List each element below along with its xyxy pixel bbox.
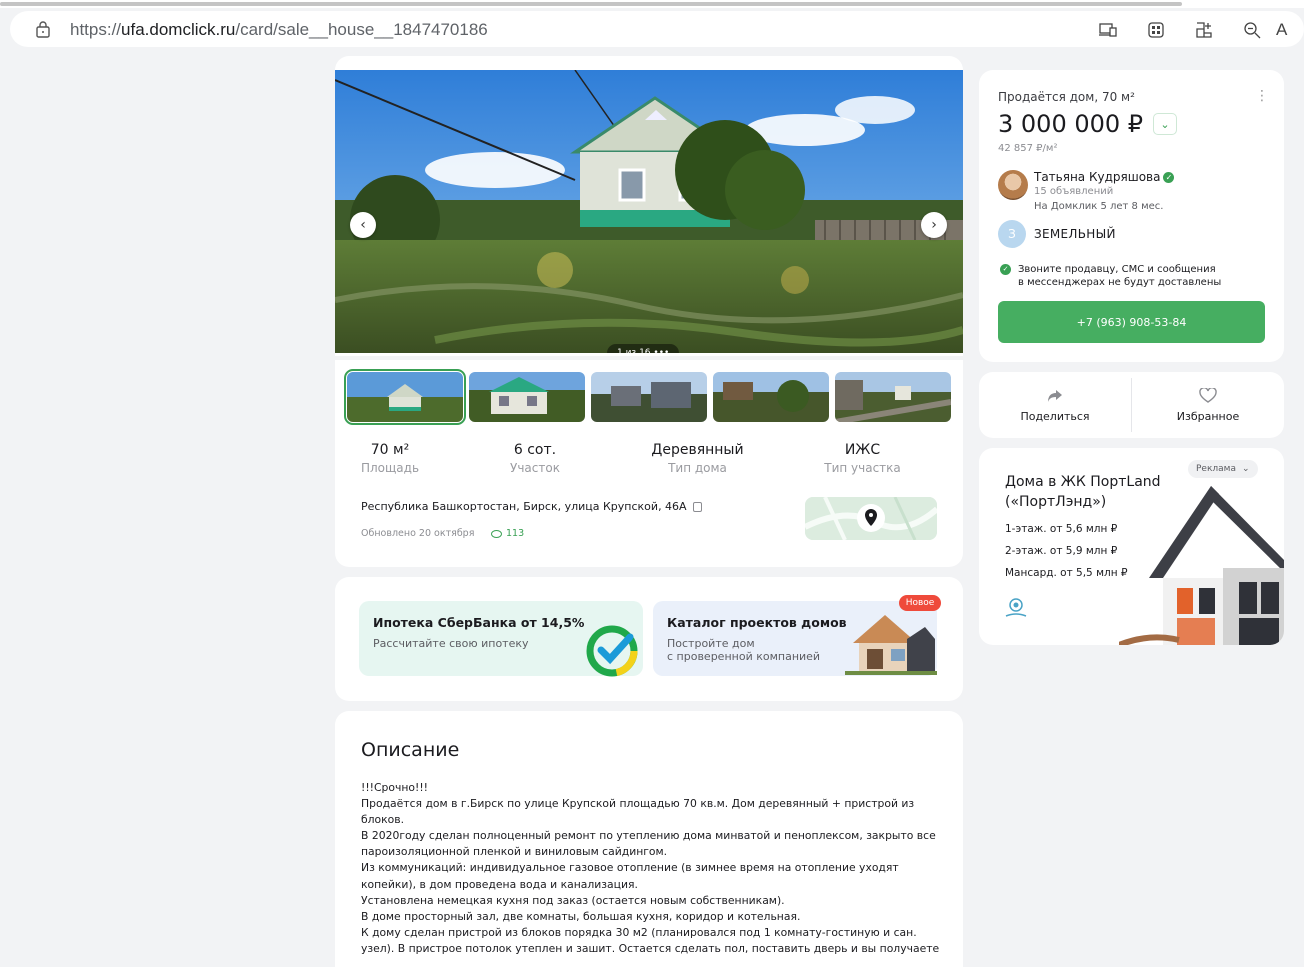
house-illustration-icon bbox=[845, 615, 937, 675]
stat-plot-type: ИЖС Тип участка bbox=[824, 442, 901, 475]
lock-icon[interactable] bbox=[34, 20, 52, 38]
url-text[interactable]: https://ufa.domclick.ru/card/sale__house… bbox=[70, 20, 488, 40]
sberbank-logo-icon bbox=[586, 625, 638, 677]
chevron-left-icon: ‹ bbox=[360, 217, 366, 233]
prev-photo-button[interactable]: ‹ bbox=[350, 212, 376, 238]
listing-info: 70 м² Площадь 6 сот. Участок Деревянный Тип… bbox=[335, 360, 963, 567]
ad-line-3: Мансард. от 5,5 млн ₽ bbox=[1005, 567, 1128, 579]
actions-card: Поделиться Избранное bbox=[979, 372, 1284, 438]
browser-scroll-track bbox=[0, 0, 1304, 8]
share-icon bbox=[1046, 388, 1064, 406]
ad-title[interactable]: Дома в ЖК ПортLand («ПортЛэнд») bbox=[1005, 472, 1161, 512]
catalog-sub-line-2: с проверенной компанией bbox=[667, 650, 821, 664]
price: 3 000 000 ₽ bbox=[998, 110, 1144, 138]
catalog-sub-line-1: Постройте дом bbox=[667, 637, 755, 650]
stat-house-type: Деревянный Тип дома bbox=[651, 442, 744, 475]
read-aloud-icon[interactable]: A bbox=[1276, 19, 1304, 41]
phone-button[interactable]: +7 (963) 908-53-84 bbox=[998, 301, 1265, 343]
add-app-icon[interactable] bbox=[1180, 19, 1228, 41]
description-section: Описание !!!Срочно!!! Продаётся дом в г.… bbox=[335, 711, 963, 967]
sale-card: Продаётся дом, 70 м² ⋮ 3 000 000 ₽ ⌄ 42 … bbox=[979, 70, 1284, 362]
favorite-button[interactable]: Избранное bbox=[1132, 372, 1284, 438]
shield-check-icon: ✓ bbox=[1000, 264, 1011, 275]
description-text: !!!Срочно!!! Продаётся дом в г.Бирск по … bbox=[361, 781, 940, 955]
price-per-m2: 42 857 ₽/м² bbox=[998, 143, 1058, 154]
house-catalog-promo[interactable]: Каталог проектов домов Постройте дом с пр… bbox=[653, 601, 937, 676]
share-button[interactable]: Поделиться bbox=[979, 372, 1131, 438]
mortgage-promo[interactable]: Ипотека СберБанка от 14,5% Рассчитайте с… bbox=[359, 601, 643, 677]
ad-banner[interactable]: Дома в ЖК ПортLand («ПортЛэнд») 1-этаж. о… bbox=[979, 448, 1284, 645]
ad-line-1: 1-этаж. от 5,6 млн ₽ bbox=[1005, 523, 1118, 535]
promo-block: Ипотека СберБанка от 14,5% Рассчитайте с… bbox=[335, 577, 963, 701]
chevron-right-icon: › bbox=[931, 217, 937, 233]
zoom-out-icon[interactable] bbox=[1228, 19, 1276, 41]
stat-plot: 6 сот. Участок bbox=[510, 442, 560, 475]
horizontal-scrollbar[interactable] bbox=[0, 2, 1182, 6]
thumbnail[interactable] bbox=[469, 372, 585, 422]
ad-line-2: 2-этаж. от 5,9 млн ₽ bbox=[1005, 545, 1118, 557]
thumbnail[interactable] bbox=[591, 372, 707, 422]
main-photo[interactable]: ‹ › 1 из 16 ••• bbox=[335, 70, 963, 353]
ad-label[interactable]: Реклама ⌄ bbox=[1188, 460, 1258, 478]
seller-since: На Домклик 5 лет 8 мес. bbox=[1034, 201, 1164, 212]
thumbnail[interactable] bbox=[344, 369, 466, 425]
views-count: 113 bbox=[491, 528, 524, 539]
eye-icon bbox=[491, 529, 502, 538]
agency-name[interactable]: ЗЕМЕЛЬНЫЙ bbox=[1034, 227, 1116, 241]
device-view-icon[interactable] bbox=[1084, 19, 1132, 41]
stat-area: 70 м² Площадь bbox=[360, 442, 420, 475]
grid-apps-icon[interactable] bbox=[1132, 19, 1180, 41]
heart-icon bbox=[1199, 386, 1217, 406]
sale-title: Продаётся дом, 70 м² bbox=[998, 90, 1135, 104]
photo-counter[interactable]: 1 из 16 ••• bbox=[607, 344, 680, 353]
copy-icon[interactable] bbox=[693, 502, 703, 512]
description-heading: Описание bbox=[361, 739, 460, 761]
map-preview[interactable] bbox=[805, 497, 937, 540]
developer-logo-icon bbox=[1005, 598, 1027, 617]
more-options-icon[interactable]: ⋮ bbox=[1255, 88, 1269, 104]
thumbnail[interactable] bbox=[713, 372, 829, 422]
chevron-down-icon: ⌄ bbox=[1241, 464, 1250, 474]
thumbnail-strip bbox=[344, 369, 951, 425]
thumbnail[interactable] bbox=[835, 372, 951, 422]
next-photo-button[interactable]: › bbox=[921, 212, 947, 238]
seller-name[interactable]: Татьяна Кудряшова bbox=[1034, 170, 1160, 184]
key-stats: 70 м² Площадь 6 сот. Участок Деревянный Тип… bbox=[335, 442, 963, 475]
updated-date: Обновлено 20 октября bbox=[361, 528, 475, 539]
trend-down-icon: ⌄ bbox=[1160, 117, 1170, 131]
address-bar[interactable]: https://ufa.domclick.ru/card/sale__house… bbox=[10, 11, 1304, 47]
photo-gallery: ‹ › 1 из 16 ••• bbox=[335, 56, 963, 356]
address[interactable]: Республика Башкортостан, Бирск, улица Кр… bbox=[361, 500, 703, 513]
verified-icon: ✓ bbox=[1163, 172, 1175, 183]
agency-avatar[interactable]: З bbox=[998, 220, 1026, 248]
price-history-button[interactable]: ⌄ bbox=[1153, 113, 1177, 135]
contact-note: Звоните продавцу, СМС и сообщения в мессе… bbox=[1018, 264, 1222, 288]
seller-listings[interactable]: 15 объявлений bbox=[1034, 186, 1113, 197]
avatar[interactable] bbox=[998, 170, 1028, 200]
new-badge: Новое bbox=[899, 595, 941, 611]
